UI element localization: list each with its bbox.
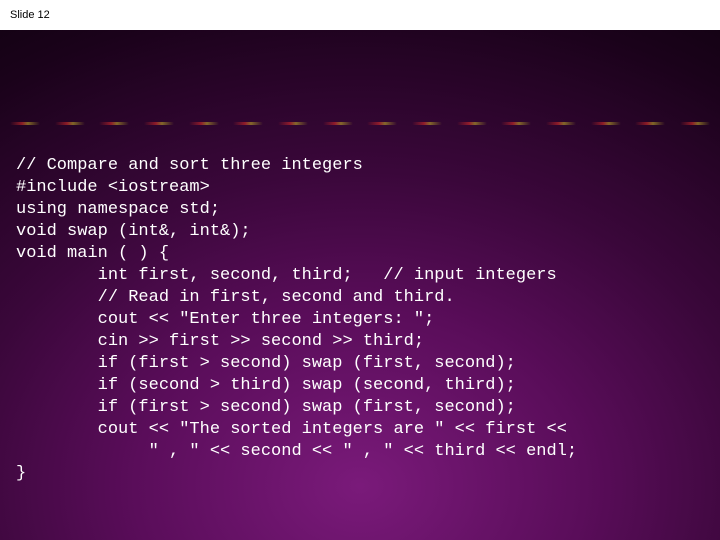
- divider-tick: [99, 122, 129, 125]
- divider-tick: [412, 122, 442, 125]
- divider-tick: [546, 122, 576, 125]
- code-line: // Compare and sort three integers: [16, 156, 363, 175]
- divider-tick: [323, 122, 353, 125]
- decorative-divider: [0, 122, 720, 128]
- divider-tick: [233, 122, 263, 125]
- code-line: cin >> first >> second >> third;: [16, 332, 424, 351]
- code-line: int first, second, third; // input integ…: [16, 266, 557, 285]
- code-line: void main ( ) {: [16, 244, 169, 263]
- code-line: using namespace std;: [16, 200, 220, 219]
- code-line: " , " << second << " , " << third << end…: [16, 442, 577, 461]
- divider-tick: [635, 122, 665, 125]
- divider-tick: [10, 122, 40, 125]
- code-line: if (second > third) swap (second, third)…: [16, 376, 516, 395]
- divider-tick: [367, 122, 397, 125]
- code-line: if (first > second) swap (first, second)…: [16, 398, 516, 417]
- code-line: // Read in first, second and third.: [16, 288, 455, 307]
- slide: Slide 12 // Compare and sort three integ…: [0, 0, 720, 540]
- divider-tick: [591, 122, 621, 125]
- code-line: if (first > second) swap (first, second)…: [16, 354, 516, 373]
- divider-tick: [457, 122, 487, 125]
- divider-tick: [501, 122, 531, 125]
- divider-tick: [189, 122, 219, 125]
- code-line: }: [16, 464, 26, 483]
- code-block: // Compare and sort three integers #incl…: [16, 155, 716, 485]
- code-line: cout << "The sorted integers are " << fi…: [16, 420, 567, 439]
- divider-tick: [55, 122, 85, 125]
- divider-tick: [680, 122, 710, 125]
- code-line: void swap (int&, int&);: [16, 222, 251, 241]
- slide-number-label: Slide 12: [10, 9, 50, 21]
- code-line: #include <iostream>: [16, 178, 210, 197]
- divider-tick: [144, 122, 174, 125]
- slide-header: Slide 12: [0, 0, 720, 30]
- code-line: cout << "Enter three integers: ";: [16, 310, 434, 329]
- divider-tick: [278, 122, 308, 125]
